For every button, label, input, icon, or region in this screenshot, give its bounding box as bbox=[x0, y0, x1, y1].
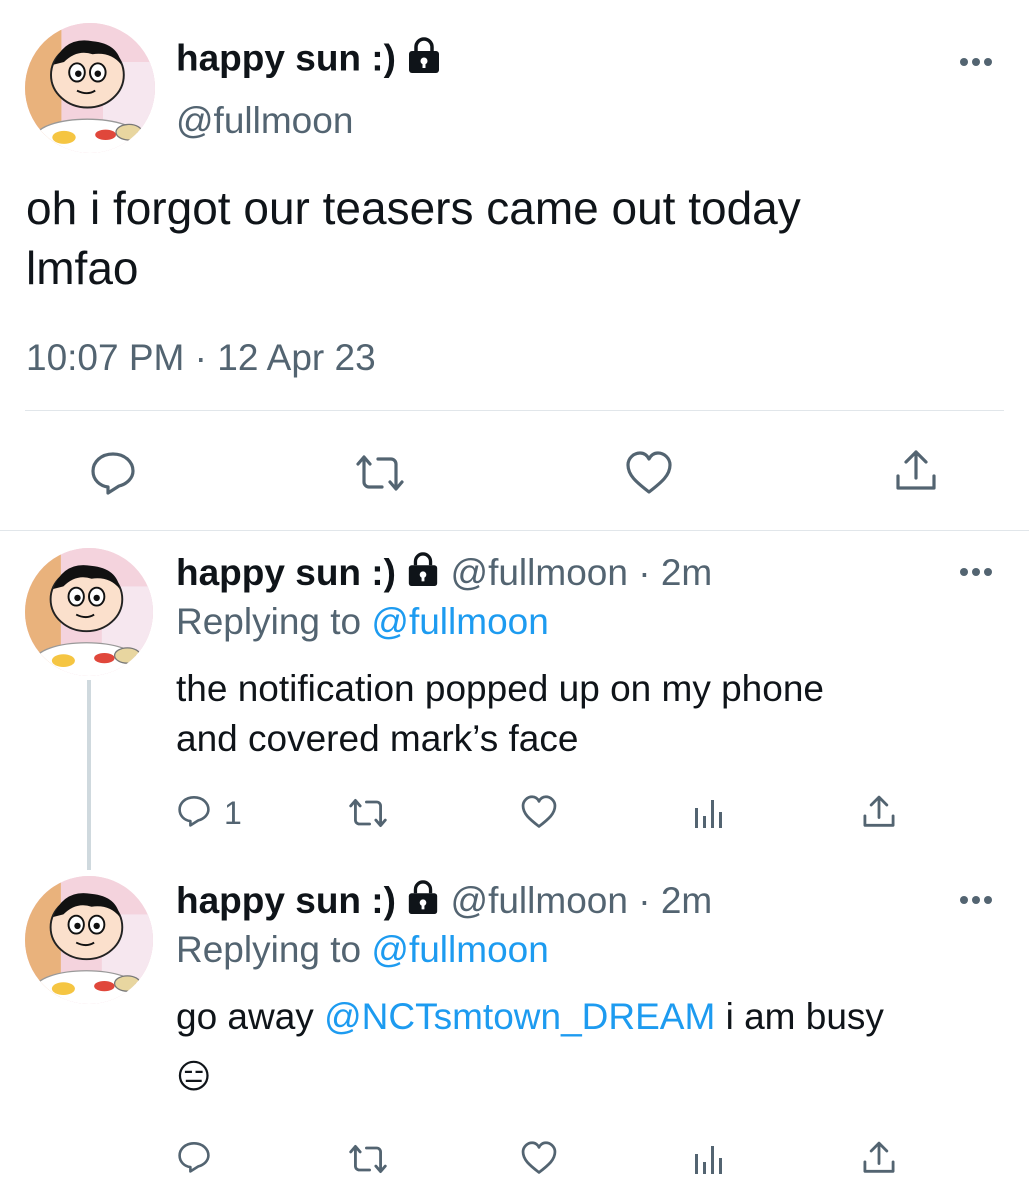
share-icon[interactable] bbox=[861, 1140, 897, 1176]
thread-connector bbox=[87, 680, 91, 870]
tweet-text-line: the notification popped up on my phone bbox=[176, 668, 824, 709]
timestamp[interactable]: 10:07 PM · 12 Apr 23 bbox=[26, 336, 376, 380]
tweet-text-line: lmfao bbox=[26, 242, 139, 294]
share-icon[interactable] bbox=[861, 794, 897, 830]
separator: · bbox=[194, 337, 207, 378]
avatar[interactable] bbox=[25, 548, 153, 676]
replying-to: Replying to @fullmoon bbox=[176, 600, 549, 644]
avatar[interactable] bbox=[25, 876, 153, 1004]
divider bbox=[0, 530, 1029, 531]
more-options-icon[interactable] bbox=[958, 894, 994, 906]
handle[interactable]: @fullmoon bbox=[451, 880, 628, 921]
cartoon-avatar-icon bbox=[25, 876, 153, 1004]
tweet-age[interactable]: 2m bbox=[661, 880, 712, 921]
retweet-icon[interactable] bbox=[352, 452, 408, 494]
reply-icon[interactable] bbox=[88, 450, 138, 496]
date: 12 Apr 23 bbox=[217, 337, 376, 378]
reply-icon[interactable] bbox=[176, 794, 212, 828]
reply-header: happy sun :) @fullmoon · 2m bbox=[176, 879, 712, 926]
tweet-text-segment: go away bbox=[176, 996, 314, 1037]
separator: · bbox=[638, 552, 651, 593]
share-icon[interactable] bbox=[893, 448, 939, 494]
handle[interactable]: @fullmoon bbox=[451, 552, 628, 593]
reply-count: 1 bbox=[224, 795, 242, 831]
display-name[interactable]: happy sun :) bbox=[176, 880, 396, 921]
analytics-icon[interactable] bbox=[692, 1142, 726, 1176]
replying-to-label: Replying to bbox=[176, 929, 362, 970]
replying-to-handle[interactable]: @fullmoon bbox=[371, 929, 548, 970]
retweet-icon[interactable] bbox=[346, 796, 390, 830]
reply-icon[interactable] bbox=[176, 1140, 212, 1174]
analytics-icon[interactable] bbox=[692, 796, 726, 830]
time: 10:07 PM bbox=[26, 337, 185, 378]
like-icon[interactable] bbox=[520, 1140, 558, 1176]
lock-icon bbox=[406, 552, 440, 598]
cartoon-avatar-icon bbox=[25, 548, 153, 676]
retweet-icon[interactable] bbox=[346, 1142, 390, 1176]
mention-link[interactable]: @NCTsmtown_DREAM bbox=[324, 996, 715, 1037]
like-icon[interactable] bbox=[624, 450, 674, 496]
avatar[interactable] bbox=[25, 23, 155, 153]
display-name-text: happy sun :) bbox=[176, 37, 396, 79]
separator: · bbox=[638, 880, 651, 921]
expressionless-face-emoji: 😑 bbox=[176, 1058, 212, 1096]
divider bbox=[25, 410, 1004, 411]
tweet-text-line: and covered mark’s face bbox=[176, 718, 579, 759]
tweet-text: oh i forgot our teasers came out today l… bbox=[26, 178, 801, 298]
replying-to-handle[interactable]: @fullmoon bbox=[371, 601, 548, 642]
lock-icon bbox=[406, 37, 442, 84]
tweet-age[interactable]: 2m bbox=[661, 552, 712, 593]
cartoon-avatar-icon bbox=[25, 23, 155, 153]
tweet-text-line: oh i forgot our teasers came out today bbox=[26, 182, 801, 234]
lock-icon bbox=[406, 880, 440, 926]
tweet-text-segment: i am busy bbox=[725, 996, 884, 1037]
display-name[interactable]: happy sun :) bbox=[176, 37, 442, 84]
tweet-text: go away @NCTsmtown_DREAM i am busy bbox=[176, 992, 884, 1042]
replying-to-label: Replying to bbox=[176, 601, 362, 642]
tweet-text: the notification popped up on my phone a… bbox=[176, 664, 824, 764]
more-options-icon[interactable] bbox=[958, 566, 994, 578]
replying-to: Replying to @fullmoon bbox=[176, 928, 549, 972]
like-icon[interactable] bbox=[520, 794, 558, 830]
reply-header: happy sun :) @fullmoon · 2m bbox=[176, 551, 712, 598]
display-name[interactable]: happy sun :) bbox=[176, 552, 396, 593]
more-options-icon[interactable] bbox=[958, 56, 994, 68]
handle[interactable]: @fullmoon bbox=[176, 99, 353, 143]
